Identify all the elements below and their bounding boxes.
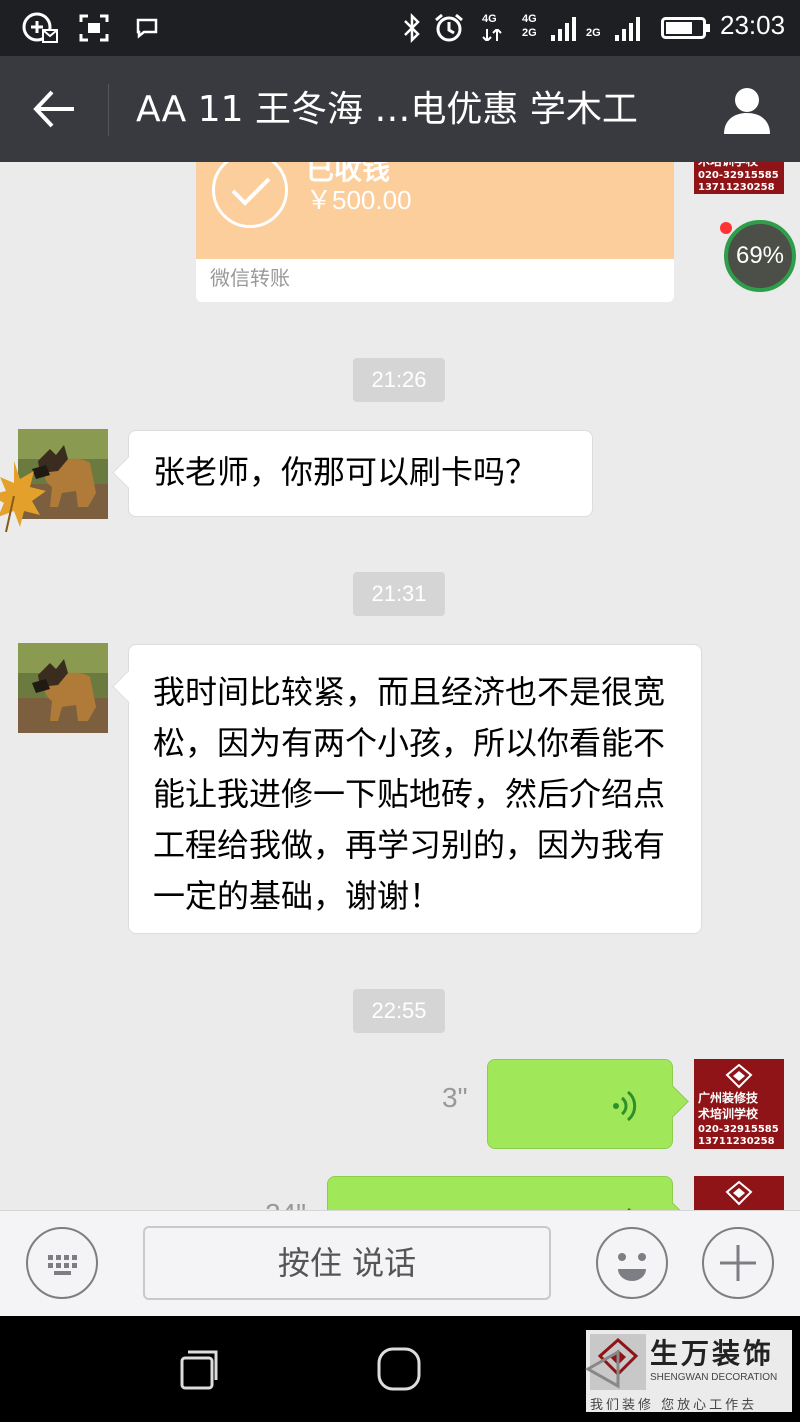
bluetooth-icon (400, 12, 424, 44)
alarm-icon (432, 12, 466, 44)
voice-wave-icon (627, 1207, 632, 1210)
avatar-school-phone2: 13711230258 (698, 1136, 775, 1147)
message-bubble[interactable]: 张老师，你那可以刷卡吗？ (128, 430, 593, 517)
avatar-school-phone2: 13711230258 (698, 182, 775, 193)
wechat-notification-icon (20, 12, 60, 44)
voice-message[interactable] (327, 1176, 673, 1210)
watermark-english: SHENGWAN DECORATION (650, 1372, 778, 1383)
smiley-icon (618, 1253, 646, 1281)
system-nav-bar: 生万装饰 SHENGWAN DECORATION 我们装修 您放心工作去 (0, 1316, 800, 1422)
home-button[interactable] (376, 1346, 422, 1392)
clock: 23:03 (720, 10, 786, 40)
person-icon (724, 88, 770, 134)
sim1-label: 4G (482, 13, 497, 25)
voice-duration: 24" (265, 1198, 306, 1210)
header-divider (108, 84, 109, 136)
avatar[interactable] (694, 1176, 784, 1210)
more-options-button[interactable] (702, 1227, 774, 1299)
message-icon (134, 12, 160, 44)
transfer-card[interactable]: 已收钱 ￥500.00 微信转账 (196, 162, 674, 302)
avatar-school-line1: 广州装修技 (698, 1091, 759, 1105)
message-bubble[interactable]: 我时间比较紧，而且经济也不是很宽松，因为有两个小孩，所以你看能不能让我进修一下贴… (128, 644, 702, 934)
keyboard-toggle-button[interactable] (26, 1227, 98, 1299)
check-circle-icon (212, 162, 288, 228)
keyboard-icon (48, 1255, 77, 1275)
watermark-slogan: 我们装修 您放心工作去 (590, 1398, 758, 1413)
avatar-school-line2: 术培训学校 (698, 1107, 759, 1121)
sim1-data-arrows-icon (482, 28, 502, 42)
recent-apps-button[interactable] (178, 1348, 222, 1392)
message-text: 张老师，你那可以刷卡吗？ (153, 453, 538, 491)
recent-apps-icon (180, 1350, 218, 1390)
timestamp: 21:31 (353, 572, 445, 616)
timestamp: 22:55 (353, 989, 445, 1033)
voice-message[interactable] (487, 1059, 673, 1149)
dog-photo-icon (18, 643, 108, 733)
back-button[interactable] (28, 86, 80, 132)
timestamp: 21:26 (353, 358, 445, 402)
chat-header: AA 11 王冬海 …电优惠 学木工 (0, 56, 800, 162)
voice-duration: 3" (442, 1082, 468, 1113)
watermark-title: 生万装饰 (650, 1337, 775, 1370)
avatar-school-phone1: 020-32915585 (698, 1124, 779, 1135)
avatar-school-line2: 术培训学校 (698, 162, 758, 167)
school-logo-icon (725, 1063, 753, 1089)
chat-info-button[interactable] (720, 84, 774, 136)
screenshot-icon (78, 12, 110, 44)
avatar[interactable]: 广州装修技 术培训学校 020-32915585 13711230258 (694, 1059, 784, 1149)
emoji-button[interactable] (596, 1227, 668, 1299)
floating-speed-ball[interactable]: 69% (724, 220, 796, 292)
input-bar: 按住 说话 (0, 1210, 800, 1316)
plus-icon (720, 1245, 756, 1281)
battery-icon (660, 12, 712, 44)
sim2-sub-label: 2G (522, 27, 537, 39)
chat-title: AA 11 王冬海 …电优惠 学木工 (136, 89, 638, 130)
back-nav-button[interactable] (580, 1346, 626, 1392)
sim2-label: 4G (522, 13, 537, 25)
home-icon (377, 1347, 421, 1391)
hold-to-talk-button[interactable]: 按住 说话 (143, 1226, 551, 1300)
transfer-label: 微信转账 (210, 266, 290, 290)
chat-area[interactable]: 已收钱 ￥500.00 微信转账 术培训学校 020-32915585 1371… (0, 162, 800, 1210)
sim3-label: 2G (586, 27, 601, 39)
avatar[interactable]: 术培训学校 020-32915585 13711230258 (694, 162, 784, 194)
back-arrow-icon (33, 90, 74, 128)
back-triangle-icon (584, 1349, 620, 1389)
status-bar: 4G 4G 2G 2G 23:03 (0, 0, 800, 56)
school-logo-icon (725, 1180, 753, 1206)
signal-icon (548, 14, 578, 42)
message-text: 我时间比较紧，而且经济也不是很宽松，因为有两个小孩，所以你看能不能让我进修一下贴… (153, 673, 666, 915)
notification-dot (720, 222, 732, 234)
transfer-amount: ￥500.00 (306, 185, 412, 215)
avatar[interactable] (18, 643, 108, 733)
voice-wave-icon (613, 1090, 637, 1122)
maple-leaf-icon (0, 456, 54, 536)
avatar-school-phone1: 020-32915585 (698, 170, 779, 181)
signal-icon-2 (612, 14, 642, 42)
